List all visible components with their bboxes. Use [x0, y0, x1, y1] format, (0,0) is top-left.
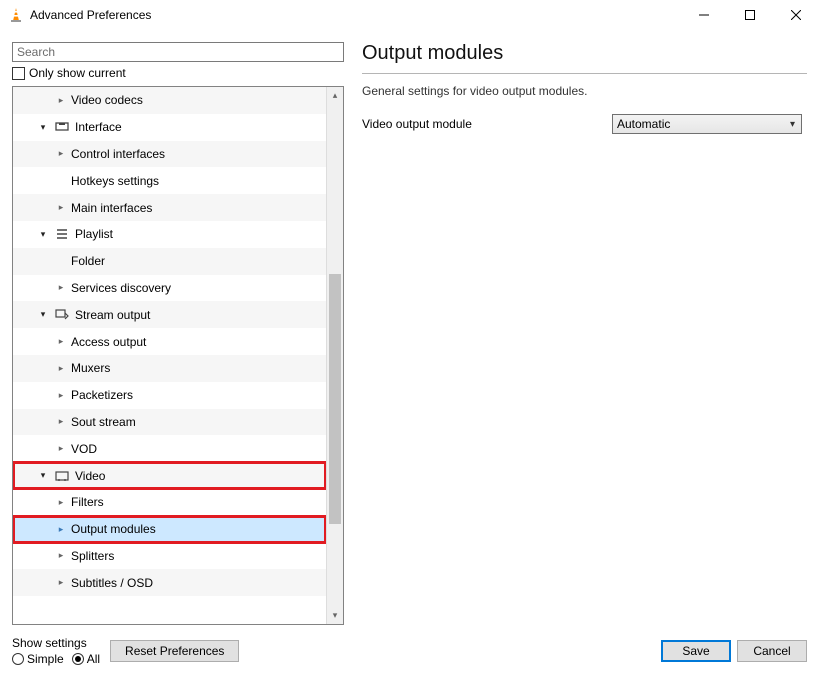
tree-item[interactable]: ▸Muxers [13, 355, 326, 382]
tree-item-label: Splitters [71, 549, 114, 563]
preferences-tree: ▸Video codecs▾Interface▸Control interfac… [12, 86, 344, 625]
tree-item[interactable]: ▸Video codecs [13, 87, 326, 114]
chevron-right-icon[interactable]: ▸ [53, 92, 69, 108]
titlebar: Advanced Preferences [0, 0, 819, 30]
window-title: Advanced Preferences [30, 8, 681, 22]
tree-item[interactable]: ▾ Interface [13, 114, 326, 141]
only-show-current-checkbox[interactable] [12, 67, 25, 80]
window-controls [681, 0, 819, 30]
vlc-cone-icon [8, 7, 24, 23]
cancel-button[interactable]: Cancel [737, 640, 807, 662]
tree-item-label: Video [75, 469, 105, 483]
chevron-right-icon[interactable]: ▸ [53, 146, 69, 162]
maximize-button[interactable] [727, 0, 773, 30]
tree-item[interactable]: ▸Main interfaces [13, 194, 326, 221]
chevron-down-icon[interactable]: ▾ [35, 468, 51, 484]
divider [362, 73, 807, 74]
tree-item-label: Video codecs [71, 93, 143, 107]
chevron-right-icon[interactable]: ▸ [53, 200, 69, 216]
tree-item[interactable]: ▸Subtitles / OSD [13, 569, 326, 596]
tree-item-label: Packetizers [71, 388, 133, 402]
chevron-right-icon[interactable]: ▸ [53, 280, 69, 296]
show-settings-simple[interactable]: Simple [12, 652, 64, 666]
settings-page: Output modules General settings for vide… [356, 42, 807, 625]
search-input[interactable] [12, 42, 344, 62]
chevron-right-icon[interactable]: ▸ [53, 387, 69, 403]
tree-item-label: Filters [71, 495, 104, 509]
tree-item-label: Hotkeys settings [71, 174, 159, 188]
video-icon [53, 469, 71, 483]
stream-icon [53, 308, 71, 322]
tree-item[interactable]: ▸Control interfaces [13, 141, 326, 168]
scroll-down-button[interactable]: ▾ [327, 607, 343, 624]
minimize-button[interactable] [681, 0, 727, 30]
tree-item[interactable]: ▸Splitters [13, 543, 326, 570]
sidebar: Only show current ▸Video codecs▾Interfac… [12, 42, 344, 625]
tree-item[interactable]: Folder [13, 248, 326, 275]
tree-item[interactable]: Hotkeys settings [13, 167, 326, 194]
reset-preferences-button[interactable]: Reset Preferences [110, 640, 239, 662]
tree-item-label: Access output [71, 335, 146, 349]
show-settings-label: Show settings [12, 636, 100, 650]
scroll-thumb[interactable] [329, 274, 341, 524]
only-show-current-row[interactable]: Only show current [12, 62, 344, 86]
radio-simple[interactable] [12, 653, 24, 665]
tree-item-label: Output modules [71, 522, 156, 536]
tree-item-label: Folder [71, 254, 105, 268]
chevron-right-icon[interactable]: ▸ [53, 414, 69, 430]
tree-item-label: Services discovery [71, 281, 171, 295]
close-button[interactable] [773, 0, 819, 30]
scroll-track[interactable] [327, 104, 343, 607]
tree-item[interactable]: ▸VOD [13, 435, 326, 462]
video-output-module-row: Video output module Automatic [362, 114, 807, 134]
tree-item[interactable]: ▸Access output [13, 328, 326, 355]
playlist-icon [53, 227, 71, 241]
tree-item-label: Subtitles / OSD [71, 576, 153, 590]
tree-item-label: VOD [71, 442, 97, 456]
tree-item[interactable]: ▸Filters [13, 489, 326, 516]
tree-item[interactable]: ▾ Video [13, 462, 326, 489]
video-output-module-label: Video output module [362, 117, 612, 131]
tree-item-label: Main interfaces [71, 201, 152, 215]
tree-item[interactable]: ▸Output modules [13, 516, 326, 543]
video-output-module-select[interactable]: Automatic [612, 114, 802, 134]
only-show-current-label: Only show current [29, 66, 126, 80]
tree-item[interactable]: ▸Sout stream [13, 409, 326, 436]
tree-item[interactable]: ▾ Playlist [13, 221, 326, 248]
tree-item-label: Muxers [71, 361, 110, 375]
tree-item-label: Stream output [75, 308, 150, 322]
chevron-right-icon[interactable]: ▸ [53, 575, 69, 591]
video-output-module-value: Automatic [617, 117, 670, 131]
tree-item[interactable]: ▸Packetizers [13, 382, 326, 409]
tree-item-label: Sout stream [71, 415, 136, 429]
chevron-down-icon[interactable]: ▾ [35, 226, 51, 242]
chevron-right-icon[interactable]: ▸ [53, 521, 69, 537]
radio-all[interactable] [72, 653, 84, 665]
interface-icon [53, 120, 71, 134]
tree-item[interactable]: ▾ Stream output [13, 301, 326, 328]
show-settings-all[interactable]: All [72, 652, 100, 666]
scroll-up-button[interactable]: ▴ [327, 87, 343, 104]
chevron-right-icon[interactable]: ▸ [53, 494, 69, 510]
footer: Show settings Simple All Reset Preferenc… [0, 629, 819, 681]
save-button[interactable]: Save [661, 640, 731, 662]
chevron-down-icon[interactable]: ▾ [35, 119, 51, 135]
chevron-right-icon[interactable]: ▸ [53, 360, 69, 376]
page-description: General settings for video output module… [362, 84, 807, 98]
chevron-right-icon[interactable]: ▸ [53, 441, 69, 457]
chevron-right-icon[interactable]: ▸ [53, 334, 69, 350]
chevron-right-icon[interactable]: ▸ [53, 548, 69, 564]
tree-item-label: Control interfaces [71, 147, 165, 161]
page-title: Output modules [362, 42, 807, 65]
chevron-down-icon[interactable]: ▾ [35, 307, 51, 323]
tree-item-label: Playlist [75, 227, 113, 241]
tree-item-label: Interface [75, 120, 122, 134]
tree-scrollbar[interactable]: ▴ ▾ [326, 87, 343, 624]
tree-item[interactable]: ▸Services discovery [13, 275, 326, 302]
